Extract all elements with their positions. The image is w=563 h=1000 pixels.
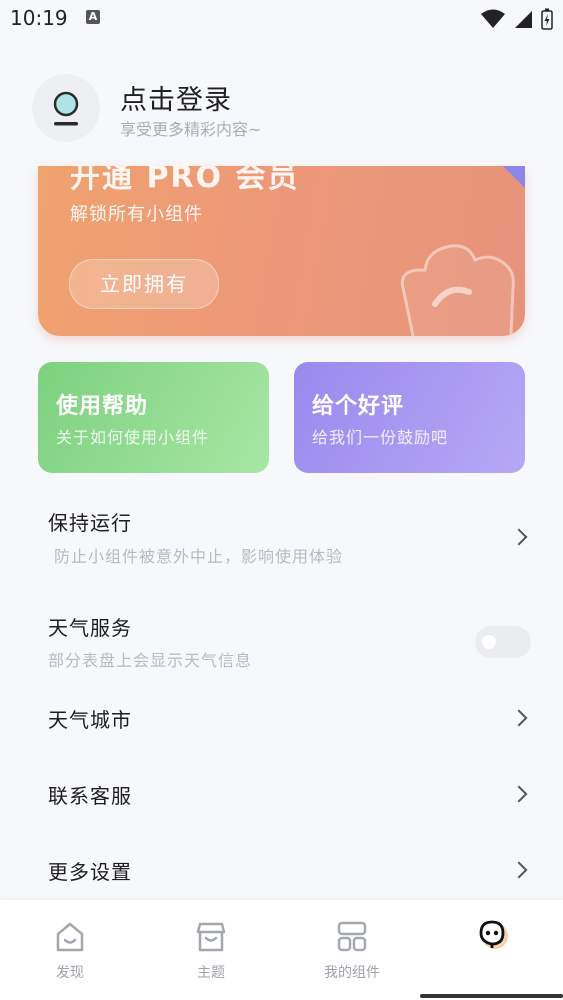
rate-card-title: 给个好评	[312, 394, 405, 419]
help-card-title: 使用帮助	[56, 394, 149, 419]
contact-support-title: 联系客服	[48, 784, 132, 808]
keep-running-title: 保持运行	[48, 511, 132, 535]
discover-icon	[56, 922, 84, 952]
chevron-right-icon	[510, 861, 528, 879]
chevron-right-icon	[510, 709, 528, 727]
system-icons	[481, 8, 553, 30]
pro-banner-title: 开通 PRO 会员	[70, 166, 300, 195]
status-bar: 10:19 A	[0, 0, 563, 40]
weather-city-title: 天气城市	[48, 708, 132, 732]
weather-service-toggle[interactable]	[475, 626, 531, 658]
weather-service-subtitle: 部分表盘上会显示天气信息	[48, 651, 253, 670]
help-card[interactable]: 使用帮助 关于如何使用小组件	[38, 362, 269, 473]
login-title[interactable]: 点击登录	[120, 78, 232, 117]
nav-tab-my-widgets[interactable]: 我的组件	[302, 900, 402, 1000]
notification-icon: A	[86, 10, 100, 24]
setting-contact-support[interactable]: 联系客服	[0, 764, 563, 824]
setting-more[interactable]: 更多设置	[0, 840, 563, 900]
chevron-right-icon	[510, 785, 528, 803]
theme-store-icon	[196, 922, 226, 952]
setting-keep-running[interactable]: 保持运行 防止小组件被意外中止，影响使用体验	[0, 495, 563, 583]
nav-label-theme: 主题	[197, 965, 225, 981]
wifi-icon	[481, 9, 505, 28]
setting-weather-service: 天气服务 部分表盘上会显示天气信息	[0, 600, 563, 680]
nav-label-discover: 发现	[56, 965, 84, 981]
avatar-icon	[53, 91, 79, 126]
rate-card[interactable]: 给个好评 给我们一份鼓励吧	[294, 362, 525, 473]
nav-tab-theme[interactable]: 主题	[161, 900, 261, 1000]
setting-weather-city[interactable]: 天气城市	[0, 688, 563, 748]
nav-tab-mine[interactable]	[443, 900, 543, 1000]
signal-icon	[515, 11, 532, 28]
nav-label-my-widgets: 我的组件	[324, 965, 380, 981]
login-subtitle: 享受更多精彩内容~	[120, 120, 262, 139]
more-settings-title: 更多设置	[48, 860, 132, 884]
help-card-subtitle: 关于如何使用小组件	[56, 428, 210, 447]
chevron-right-icon	[510, 528, 528, 546]
get-pro-button[interactable]: 立即拥有	[69, 259, 219, 309]
avatar[interactable]	[32, 74, 100, 142]
widget-decoration-icon	[400, 244, 515, 336]
toggle-knob	[482, 635, 496, 649]
bottom-nav: 发现 主题 我的组件	[0, 900, 563, 1000]
nav-tab-discover[interactable]: 发现	[20, 900, 120, 1000]
battery-icon	[541, 8, 553, 30]
rate-card-subtitle: 给我们一份鼓励吧	[312, 428, 449, 447]
banner-corner-decoration	[503, 166, 525, 188]
widgets-grid-icon	[337, 921, 367, 952]
weather-service-title: 天气服务	[48, 616, 132, 640]
pro-membership-banner[interactable]: 开通 PRO 会员 解锁所有小组件 立即拥有	[38, 166, 525, 336]
mine-face-icon	[479, 920, 508, 949]
keep-running-subtitle: 防止小组件被意外中止，影响使用体验	[54, 547, 344, 566]
home-indicator	[420, 994, 563, 998]
pro-banner-subtitle: 解锁所有小组件	[70, 204, 203, 225]
status-time: 10:19	[10, 6, 68, 30]
